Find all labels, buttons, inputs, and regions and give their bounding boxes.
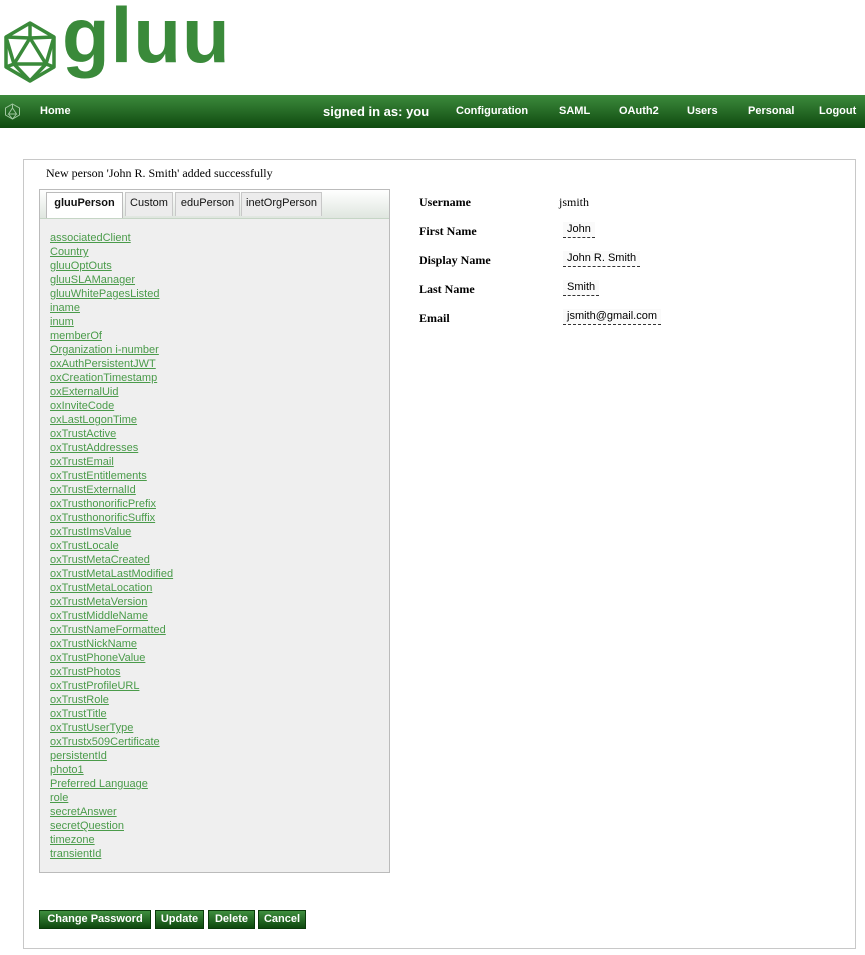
attribute-link[interactable]: Country xyxy=(50,245,173,259)
lastname-label: Last Name xyxy=(419,282,475,296)
attribute-link[interactable]: oxTrustExternalId xyxy=(50,483,173,497)
attribute-link[interactable]: oxTrustEntitlements xyxy=(50,469,173,483)
attribute-link[interactable]: oxAuthPersistentJWT xyxy=(50,357,173,371)
attribute-list: associatedClient Country gluuOptOuts gluuSL… xyxy=(50,231,173,861)
username-value: jsmith xyxy=(559,195,590,209)
username-label: Username xyxy=(419,195,471,209)
attribute-link[interactable]: oxTrustActive xyxy=(50,427,173,441)
attribute-link[interactable]: inum xyxy=(50,315,173,329)
attribute-link[interactable]: oxTrustx509Certificate xyxy=(50,735,173,749)
attribute-link[interactable]: oxTrustPhoneValue xyxy=(50,651,173,665)
attribute-link[interactable]: memberOf xyxy=(50,329,173,343)
attribute-link[interactable]: photo1 xyxy=(50,763,173,777)
cancel-button[interactable]: Cancel xyxy=(258,910,306,929)
attribute-link[interactable]: persistentId xyxy=(50,749,173,763)
attribute-link[interactable]: oxExternalUid xyxy=(50,385,173,399)
displayname-field[interactable]: John R. Smith xyxy=(563,251,641,267)
firstname-field[interactable]: John xyxy=(563,222,595,238)
attribute-link[interactable]: timezone xyxy=(50,833,173,847)
icosahedron-icon xyxy=(4,21,56,83)
attribute-link[interactable]: iname xyxy=(50,301,173,315)
attribute-link[interactable]: transientId xyxy=(50,847,173,861)
delete-button[interactable]: Delete xyxy=(208,910,255,929)
attribute-link[interactable]: oxTrustPhotos xyxy=(50,665,173,679)
nav-logout[interactable]: Logout xyxy=(819,95,856,128)
top-nav-bar: Home signed in as: you Configuration SAM… xyxy=(0,95,865,128)
displayname-label: Display Name xyxy=(419,253,491,267)
nav-oauth2[interactable]: OAuth2 xyxy=(619,95,659,128)
attribute-link[interactable]: oxTrustRole xyxy=(50,693,173,707)
attribute-link[interactable]: oxTrustNickName xyxy=(50,637,173,651)
attribute-link[interactable]: oxTrustMetaVersion xyxy=(50,595,173,609)
attribute-link[interactable]: oxTrustMiddleName xyxy=(50,609,173,623)
attribute-link[interactable]: gluuWhitePagesListed xyxy=(50,287,173,301)
attribute-link[interactable]: secretQuestion xyxy=(50,819,173,833)
lastname-field[interactable]: Smith xyxy=(563,280,600,296)
attribute-link[interactable]: oxTrustNameFormatted xyxy=(50,623,173,637)
attribute-link[interactable]: oxTrustAddresses xyxy=(50,441,173,455)
tab-gluuperson[interactable]: gluuPerson xyxy=(46,192,123,218)
nav-saml[interactable]: SAML xyxy=(559,95,590,128)
attribute-link[interactable]: oxCreationTimestamp xyxy=(50,371,173,385)
attribute-link[interactable]: oxTrustMetaCreated xyxy=(50,553,173,567)
tab-custom[interactable]: Custom xyxy=(125,192,173,216)
attribute-link[interactable]: associatedClient xyxy=(50,231,173,245)
attribute-link[interactable]: oxLastLogonTime xyxy=(50,413,173,427)
attribute-link[interactable]: Organization i-number xyxy=(50,343,173,357)
tab-bar: gluuPerson Custom eduPerson inetOrgPerso… xyxy=(40,190,389,219)
gluu-logo: gluu xyxy=(2,0,230,86)
attribute-link[interactable]: oxTrustImsValue xyxy=(50,525,173,539)
email-label: Email xyxy=(419,311,450,325)
attribute-link[interactable]: oxTrustMetaLocation xyxy=(50,581,173,595)
firstname-label: First Name xyxy=(419,224,477,238)
attribute-link[interactable]: oxTrustLocale xyxy=(50,539,173,553)
attribute-link[interactable]: oxInviteCode xyxy=(50,399,173,413)
attribute-link[interactable]: gluuSLAManager xyxy=(50,273,173,287)
nav-configuration[interactable]: Configuration xyxy=(456,95,528,128)
attribute-link[interactable]: oxTrustTitle xyxy=(50,707,173,721)
attribute-link[interactable]: Preferred Language xyxy=(50,777,173,791)
attribute-link[interactable]: role xyxy=(50,791,173,805)
attribute-link[interactable]: oxTrustProfileURL xyxy=(50,679,173,693)
attribute-link[interactable]: secretAnswer xyxy=(50,805,173,819)
success-message: New person 'John R. Smith' added success… xyxy=(46,166,273,180)
gluu-small-icon[interactable] xyxy=(4,103,21,120)
attribute-link[interactable]: oxTrustMetaLastModified xyxy=(50,567,173,581)
nav-personal[interactable]: Personal xyxy=(748,95,794,128)
attribute-link[interactable]: oxTrustEmail xyxy=(50,455,173,469)
attribute-link[interactable]: oxTrusthonorificSuffix xyxy=(50,511,173,525)
tab-eduperson[interactable]: eduPerson xyxy=(175,192,240,216)
email-field[interactable]: jsmith@gmail.com xyxy=(563,309,662,325)
tab-inetorgperson[interactable]: inetOrgPerson xyxy=(241,192,322,216)
signed-in-label: signed in as: you xyxy=(323,104,430,119)
change-password-button[interactable]: Change Password xyxy=(39,910,151,929)
update-button[interactable]: Update xyxy=(155,910,204,929)
attribute-link[interactable]: gluuOptOuts xyxy=(50,259,173,273)
logo-text: gluu xyxy=(62,0,231,79)
nav-home[interactable]: Home xyxy=(40,95,71,128)
attribute-link[interactable]: oxTrusthonorificPrefix xyxy=(50,497,173,511)
nav-users[interactable]: Users xyxy=(687,95,718,128)
attribute-link[interactable]: oxTrustUserType xyxy=(50,721,173,735)
